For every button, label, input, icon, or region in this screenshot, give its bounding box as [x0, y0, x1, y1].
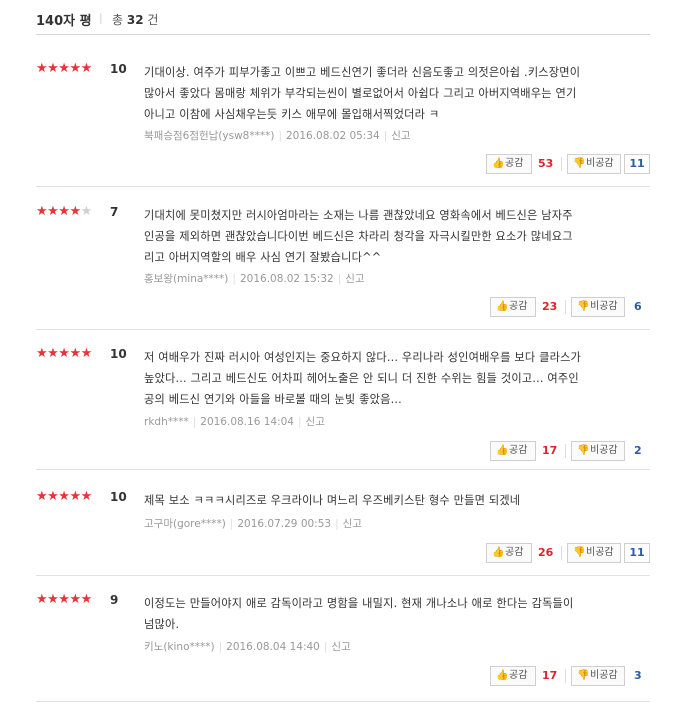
report-link[interactable]: 신고 — [331, 641, 350, 653]
thumbs-up-icon: 👍 — [496, 670, 509, 681]
review-meta: rkdh**** | 2016.08.16 14:04 | 신고 — [144, 416, 325, 428]
dislike-count: 11 — [624, 543, 650, 563]
review-item: ★★★★★ 10 제목 보소 ㅋㅋㅋ시리즈로 우크라이나 며느리 우즈베키스탄 … — [36, 490, 650, 576]
dislike-button[interactable]: 👎비공감 — [571, 297, 625, 317]
like-count: 17 — [542, 669, 558, 682]
like-button[interactable]: 👍공감 — [486, 543, 532, 563]
report-link[interactable]: 신고 — [306, 416, 325, 428]
thumbs-down-icon: 👎 — [573, 547, 586, 558]
like-button[interactable]: 👍공감 — [490, 666, 536, 686]
review-author: 키노(kino****) — [144, 641, 215, 653]
thumbs-up-icon: 👍 — [492, 158, 505, 169]
review-text: 저 여배우가 진짜 러시아 여성인지는 중요하지 않다... 우리나라 성인여배… — [144, 351, 582, 406]
vote-buttons: 👍공감 17 👎비공감 3 — [490, 666, 650, 686]
review-meta: 북패승점6점헌납(ysw8****) | 2016.08.02 05:34 | 신고 — [144, 130, 411, 142]
review-author: 북패승점6점헌납(ysw8****) — [144, 130, 275, 142]
review-date: 2016.08.04 14:40 — [226, 641, 320, 653]
vote-buttons: 👍공감 26 👎비공감 11 — [486, 543, 650, 563]
review-author: rkdh**** — [144, 416, 189, 428]
like-count: 17 — [542, 444, 558, 457]
review-score: 10 — [110, 490, 127, 504]
review-date: 2016.08.02 15:32 — [239, 273, 334, 285]
like-count: 53 — [538, 157, 554, 170]
review-text: 이정도는 만들어야지 애로 감독이라고 명함을 내밀지. 현재 개나소나 애로 … — [144, 597, 574, 631]
like-count: 23 — [542, 300, 558, 313]
vote-buttons: 👍공감 17 👎비공감 2 — [490, 441, 650, 461]
review-author: 홍보왕(mina****) — [144, 273, 229, 285]
review-item: ★★★★★ 10 기대이상. 여주가 피부가좋고 이쁘고 베드신연기 좋더라 신… — [36, 62, 650, 187]
thumbs-down-icon: 👎 — [577, 670, 590, 681]
review-date: 2016.07.29 00:53 — [237, 518, 332, 530]
review-meta: 키노(kino****) | 2016.08.04 14:40 | 신고 — [144, 641, 351, 653]
review-item: ★★★★★ 9 이정도는 만들어야지 애로 감독이라고 명함을 내밀지. 현재 … — [36, 593, 650, 702]
review-meta: 고구마(gore****) | 2016.07.29 00:53 | 신고 — [144, 518, 362, 530]
review-meta: 홍보왕(mina****) | 2016.08.02 15:32 | 신고 — [144, 273, 365, 285]
total-count: 총 32 건 — [112, 13, 159, 27]
thumbs-up-icon: 👍 — [496, 301, 509, 312]
dislike-count: 2 — [634, 444, 642, 457]
thumbs-down-icon: 👎 — [577, 301, 590, 312]
review-item: ★★★★★ 7 기대치에 못미쳤지만 러시아엄마라는 소재는 나름 괜찮았네요 … — [36, 205, 650, 330]
thumbs-down-icon: 👎 — [577, 445, 590, 456]
thumbs-up-icon: 👍 — [492, 547, 505, 558]
review-date: 2016.08.16 14:04 — [200, 416, 294, 428]
review-text: 기대치에 못미쳤지만 러시아엄마라는 소재는 나름 괜찮았네요 영화속에서 베드… — [144, 209, 573, 264]
dislike-button[interactable]: 👎비공감 — [567, 154, 621, 174]
review-text: 제목 보소 ㅋㅋㅋ시리즈로 우크라이나 며느리 우즈베키스탄 형수 만들면 되겠… — [144, 494, 521, 507]
like-button[interactable]: 👍공감 — [490, 441, 536, 461]
review-list: 140자 평 | 총 32 건 ★★★★★ 10 기대이상. 여주가 피부가좋고… — [0, 0, 700, 704]
star-rating: ★★★★★ — [36, 61, 92, 76]
dislike-count: 6 — [634, 300, 642, 313]
vote-buttons: 👍공감 23 👎비공감 6 — [490, 297, 650, 317]
report-link[interactable]: 신고 — [391, 130, 410, 142]
like-button[interactable]: 👍공감 — [490, 297, 536, 317]
review-date: 2016.08.02 05:34 — [286, 130, 380, 142]
dislike-button[interactable]: 👎비공감 — [567, 543, 621, 563]
like-count: 26 — [538, 546, 554, 559]
like-button[interactable]: 👍공감 — [486, 154, 532, 174]
header-separator: | — [99, 11, 103, 24]
star-rating: ★★★★★ — [36, 592, 92, 607]
report-link[interactable]: 신고 — [345, 273, 364, 285]
dislike-button[interactable]: 👎비공감 — [571, 666, 625, 686]
dislike-count: 11 — [624, 154, 650, 174]
review-score: 9 — [110, 593, 119, 607]
vote-buttons: 👍공감 53 👎비공감 11 — [486, 154, 650, 174]
review-score: 10 — [110, 347, 127, 361]
star-rating: ★★★★★ — [36, 489, 92, 504]
star-rating: ★★★★★ — [36, 346, 92, 361]
thumbs-up-icon: 👍 — [496, 445, 509, 456]
star-rating: ★★★★★ — [36, 204, 92, 219]
report-link[interactable]: 신고 — [343, 518, 362, 530]
review-header: 140자 평 | 총 32 건 — [36, 8, 650, 35]
review-score: 10 — [110, 62, 127, 76]
review-text: 기대이상. 여주가 피부가좋고 이쁘고 베드신연기 좋더라 신음도좋고 의젓은아… — [144, 66, 581, 121]
thumbs-down-icon: 👎 — [573, 158, 586, 169]
review-score: 7 — [110, 205, 119, 219]
dislike-count: 3 — [634, 669, 642, 682]
dislike-button[interactable]: 👎비공감 — [571, 441, 625, 461]
section-title: 140자 평 — [36, 14, 92, 29]
review-author: 고구마(gore****) — [144, 518, 226, 530]
review-item: ★★★★★ 10 저 여배우가 진짜 러시아 여성인지는 중요하지 않다... … — [36, 347, 650, 470]
